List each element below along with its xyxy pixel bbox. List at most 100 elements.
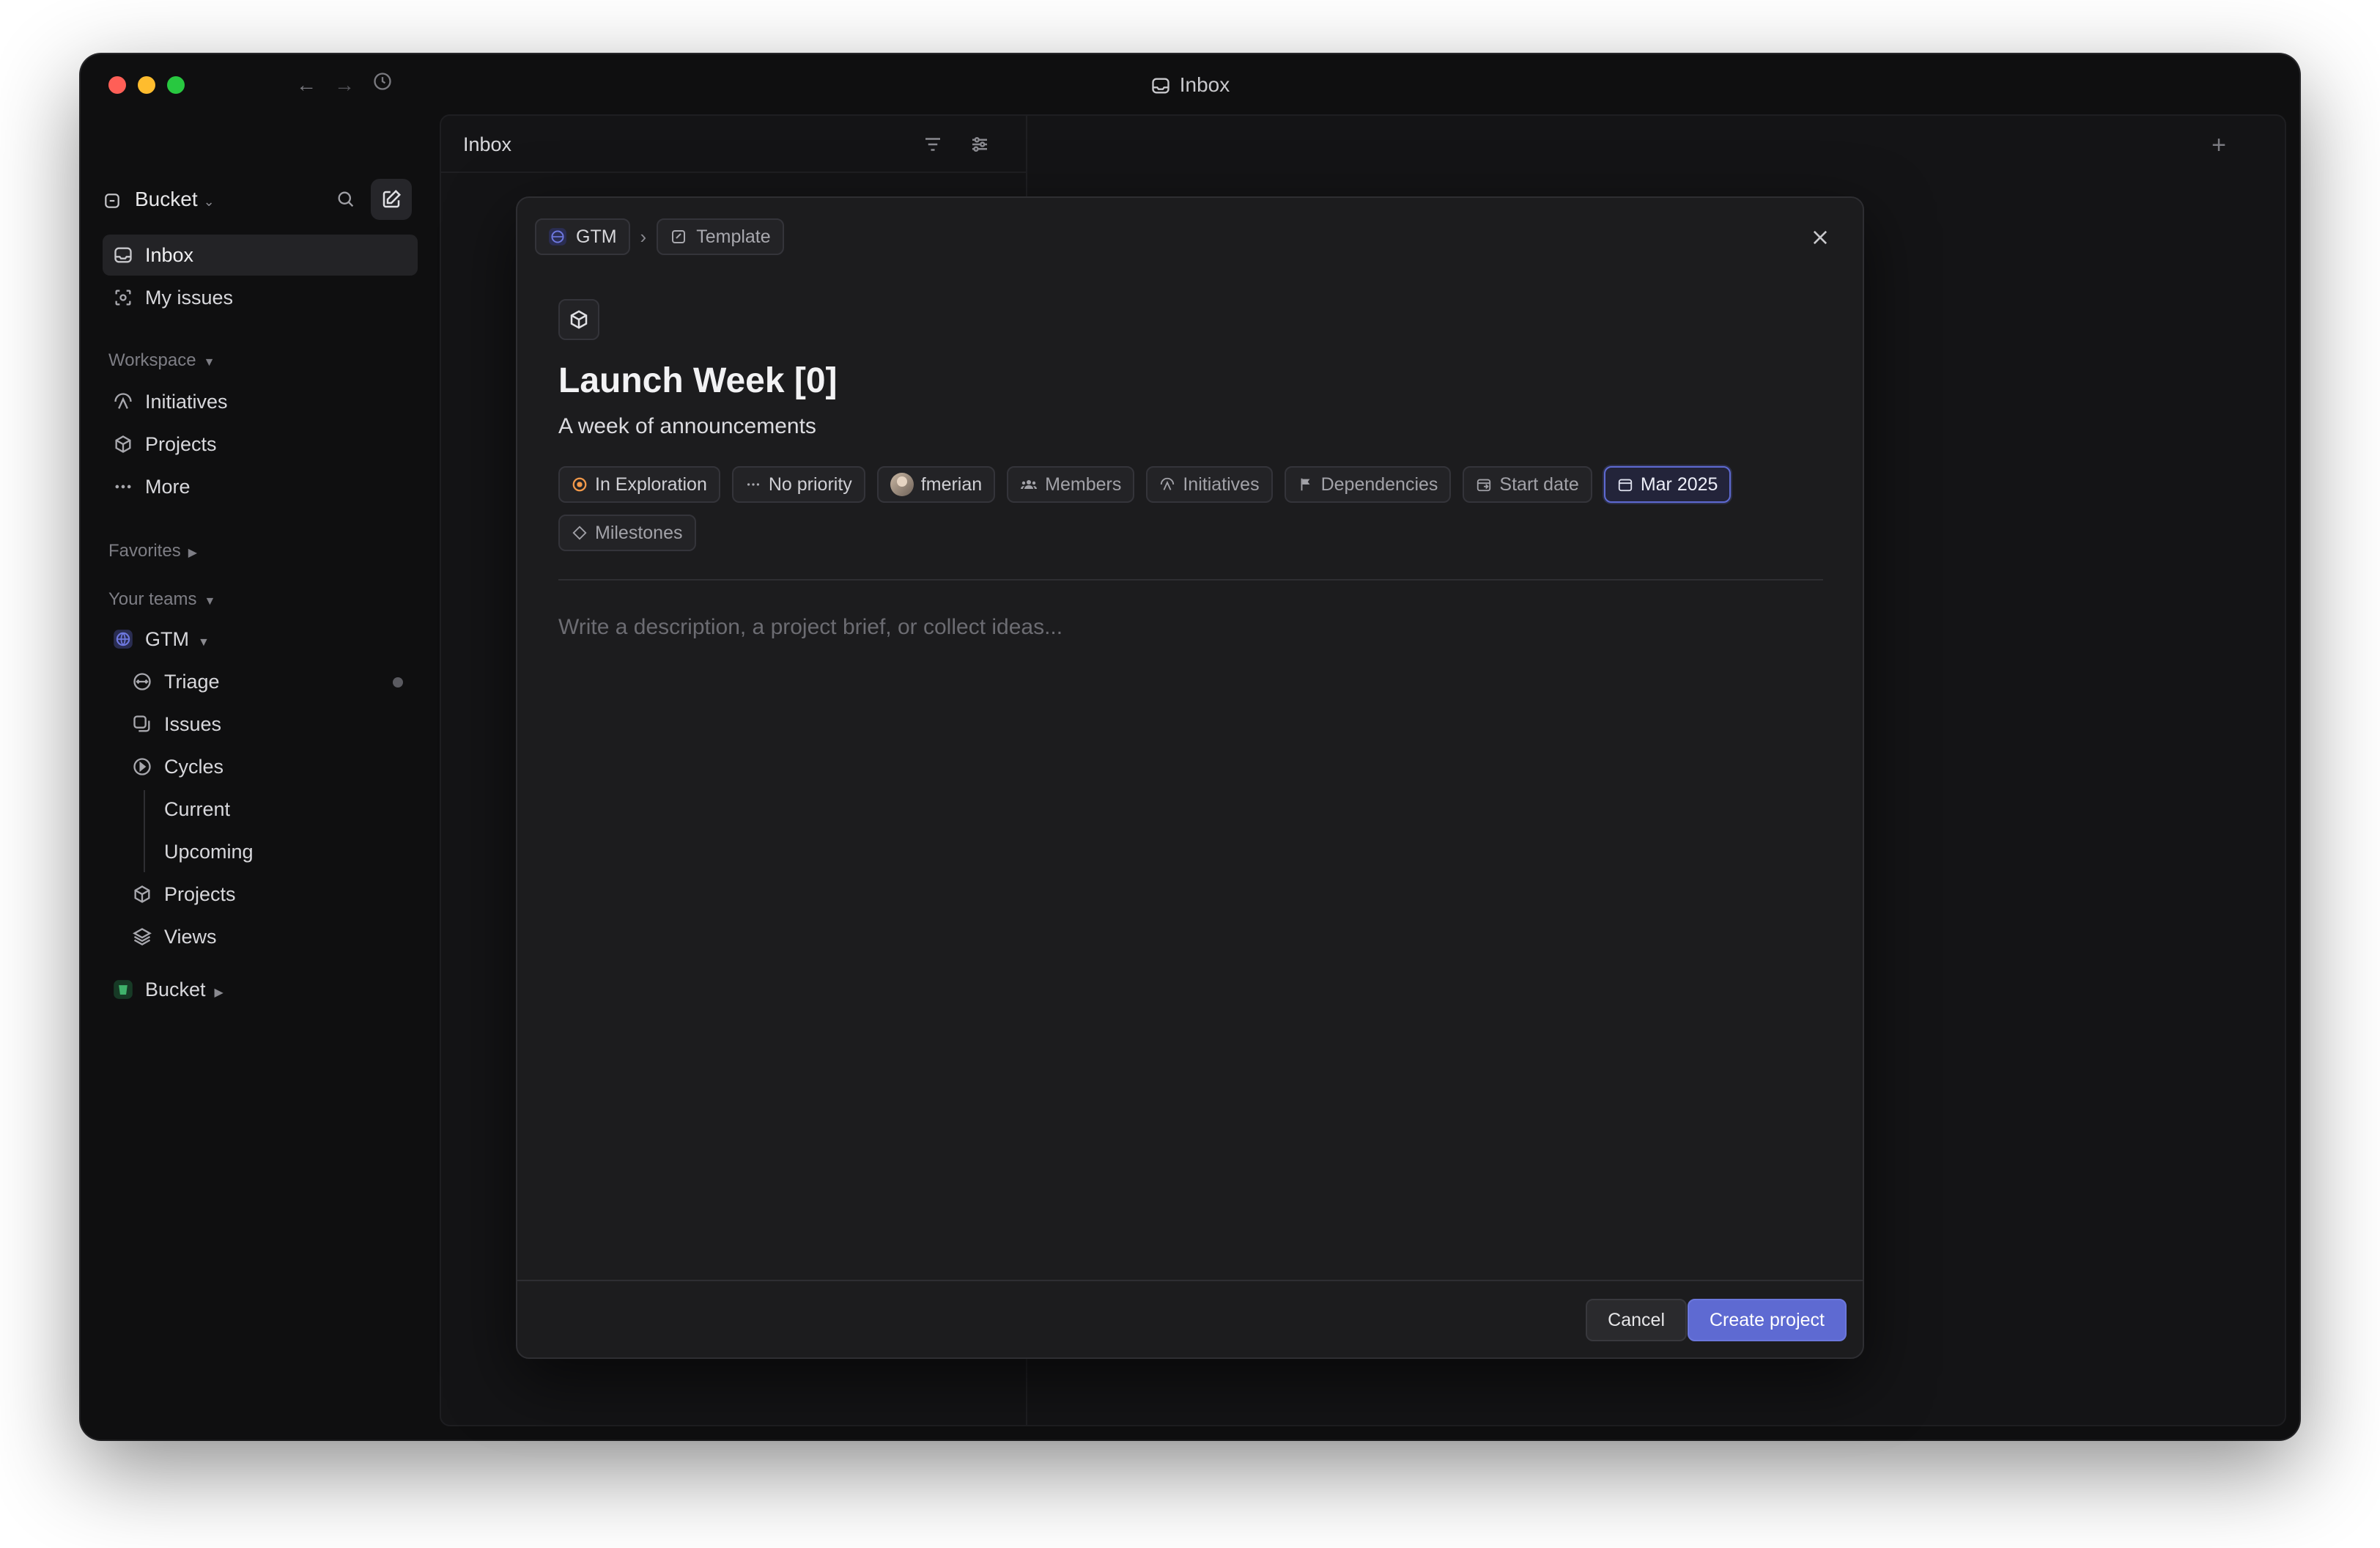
sidebar-team-gtm[interactable]: GTM ▼ <box>103 619 418 660</box>
cancel-button[interactable]: Cancel <box>1586 1299 1687 1341</box>
sidebar-item-my-issues[interactable]: My issues <box>103 277 418 318</box>
sidebar-item-triage[interactable]: Triage <box>103 661 418 702</box>
projects-icon <box>115 435 131 453</box>
sidebar-item-label: Issues <box>164 713 222 735</box>
template-icon <box>672 230 686 243</box>
caret-down-icon: ▼ <box>204 595 216 608</box>
caret-right-icon: ▶ <box>188 547 198 559</box>
avatar <box>890 473 914 496</box>
section-label: Your teams <box>108 589 197 609</box>
caret-right-icon: ▶ <box>214 987 223 999</box>
team-name: GTM <box>576 226 617 247</box>
teams-section-header[interactable]: Your teams ▼ <box>108 589 215 610</box>
description-editor[interactable]: Write a description, a project brief, or… <box>558 611 1062 644</box>
sidebar-team-bucket[interactable]: Bucket ▶ <box>103 969 418 1010</box>
display-options-button[interactable] <box>966 130 994 158</box>
unread-dot <box>393 677 403 688</box>
members-icon <box>1021 480 1038 489</box>
sidebar-item-label: Inbox <box>145 244 194 266</box>
workspace-switcher[interactable]: Bucket ⌄ <box>103 179 215 220</box>
sidebar-item-label: More <box>145 476 191 498</box>
triage-icon <box>133 673 151 690</box>
sidebar-item-label: Projects <box>145 433 217 455</box>
filter-button[interactable] <box>919 130 947 158</box>
sidebar: Bucket ⌄ Inbox My issues Workspace ▼ Initi… <box>81 114 440 1440</box>
team-selector[interactable]: GTM <box>535 218 630 255</box>
initiatives-chip[interactable]: Initiatives <box>1146 466 1273 503</box>
sidebar-item-label: Cycles <box>164 756 224 778</box>
sidebar-item-label: Current <box>164 798 231 820</box>
sidebar-item-current-cycle[interactable]: Current <box>103 789 418 830</box>
workspace-section-header[interactable]: Workspace ▼ <box>108 350 215 371</box>
sidebar-item-projects[interactable]: Projects <box>103 424 418 465</box>
priority-chip[interactable]: No priority <box>731 466 865 503</box>
cycles-icon <box>133 758 151 775</box>
flag-icon <box>1301 478 1310 491</box>
add-tab-button[interactable]: + <box>2211 130 2226 160</box>
sliders-icon <box>972 137 987 152</box>
section-label: Favorites <box>108 541 181 561</box>
sidebar-item-label: Triage <box>164 671 220 693</box>
sidebar-item-label: Views <box>164 926 217 948</box>
sidebar-item-team-projects[interactable]: Projects <box>103 874 418 915</box>
project-summary-input[interactable]: A week of announcements <box>558 410 816 443</box>
inbox-header: Inbox <box>441 116 1026 173</box>
sidebar-item-inbox[interactable]: Inbox <box>103 235 418 276</box>
chevron-right-icon: › <box>640 225 647 248</box>
chip-label: Mar 2025 <box>1640 473 1718 495</box>
milestone-diamond-icon <box>572 526 587 540</box>
members-chip[interactable]: Members <box>1007 466 1135 503</box>
chip-label: Dependencies <box>1320 473 1438 495</box>
status-in-exploration-icon <box>572 477 587 492</box>
search-button[interactable] <box>330 183 362 215</box>
dependencies-chip[interactable]: Dependencies <box>1284 466 1452 503</box>
favorites-section-header[interactable]: Favorites ▶ <box>108 541 197 561</box>
sidebar-item-issues[interactable]: Issues <box>103 704 418 745</box>
window-title: Inbox <box>81 70 2299 100</box>
inbox-icon <box>1152 78 1169 94</box>
plus-icon: + <box>2211 131 2226 159</box>
divider <box>558 579 1823 580</box>
start-date-chip[interactable]: Start date <box>1463 466 1592 503</box>
close-modal-button[interactable] <box>1806 223 1835 252</box>
my-issues-icon <box>115 290 131 306</box>
filter-icon <box>925 138 940 151</box>
status-chip[interactable]: In Exploration <box>558 466 720 503</box>
title-bar: ← → Inbox <box>81 54 2299 114</box>
inbox-icon <box>114 247 132 263</box>
sidebar-item-label: Initiatives <box>145 391 228 413</box>
sidebar-item-more[interactable]: More <box>103 466 418 507</box>
chip-label: No priority <box>768 473 852 495</box>
chip-label: Initiatives <box>1183 473 1260 495</box>
inbox-title: Inbox <box>463 133 512 155</box>
team-label: GTM <box>145 628 189 650</box>
project-title-input[interactable]: Launch Week [0] <box>558 358 838 405</box>
views-icon <box>133 928 152 946</box>
project-icon-picker[interactable] <box>558 299 599 340</box>
caret-down-icon: ▼ <box>198 636 210 649</box>
target-date-chip[interactable]: Mar 2025 <box>1603 466 1732 503</box>
new-issue-button[interactable] <box>371 179 412 220</box>
workspace-header: Bucket ⌄ <box>103 179 425 220</box>
sidebar-item-label: My issues <box>145 287 234 309</box>
chip-label: Start date <box>1499 473 1579 495</box>
calendar-start-icon <box>1477 479 1491 492</box>
sidebar-item-views[interactable]: Views <box>103 916 418 957</box>
template-selector[interactable]: Template <box>657 218 784 255</box>
create-project-button[interactable]: Create project <box>1687 1299 1847 1341</box>
issues-icon <box>133 715 150 732</box>
lead-chip[interactable]: fmerian <box>876 466 996 503</box>
sidebar-item-upcoming-cycle[interactable]: Upcoming <box>103 831 418 872</box>
section-label: Workspace <box>108 350 196 370</box>
globe-icon <box>549 228 566 246</box>
workspace-name: Bucket <box>135 188 198 210</box>
breadcrumb: GTM › Template <box>535 218 784 255</box>
sidebar-item-cycles[interactable]: Cycles <box>103 746 418 787</box>
sidebar-item-initiatives[interactable]: Initiatives <box>103 381 418 422</box>
chip-label: fmerian <box>920 473 983 495</box>
caret-down-icon: ▼ <box>203 356 215 369</box>
sidebar-item-label: Upcoming <box>164 841 254 863</box>
milestones-chip[interactable]: Milestones <box>558 515 696 551</box>
modal-footer: Cancel Create project <box>517 1280 1863 1357</box>
project-properties: In Exploration No priority fmerian Membe… <box>558 466 1833 551</box>
